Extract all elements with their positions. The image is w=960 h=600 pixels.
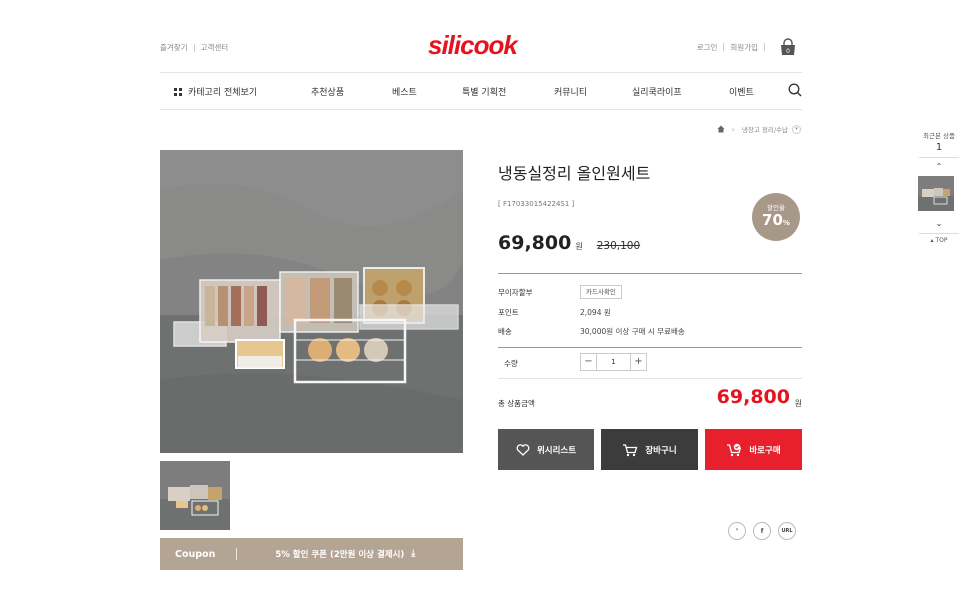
facebook-share-icon[interactable]: f xyxy=(753,522,771,540)
total-label: 총 상품금액 xyxy=(498,399,535,408)
add-to-cart-button[interactable]: 장바구니 xyxy=(601,429,698,470)
bookmark-link[interactable]: 즐겨찾기 xyxy=(160,42,188,53)
product-thumbnail[interactable] xyxy=(160,461,230,530)
nav-item-recommended[interactable]: 추천상품 xyxy=(311,85,344,98)
login-link[interactable]: 로그인 xyxy=(697,42,718,53)
plus-button[interactable]: + xyxy=(630,353,647,371)
buy-now-button[interactable]: 바로구매 xyxy=(705,429,802,470)
top-utility-right: 로그인 회원가입 0 xyxy=(697,38,797,56)
discount-value: 70% xyxy=(762,211,790,229)
price-unit: 원 xyxy=(575,242,583,251)
product-title: 냉동실정리 올인원세트 xyxy=(498,164,651,183)
nav-all-categories[interactable]: 카테고리 전체보기 xyxy=(174,85,257,98)
nav-all-categories-label: 카테고리 전체보기 xyxy=(188,88,258,98)
price-block: 69,800 원 230,100 xyxy=(498,232,640,254)
nav-item-community[interactable]: 커뮤니티 xyxy=(554,85,587,98)
quantity-stepper: − 1 + xyxy=(580,353,647,371)
installment-label: 무이자할부 xyxy=(498,288,533,297)
recent-count: 1 xyxy=(935,142,943,153)
quantity-input[interactable]: 1 xyxy=(597,353,630,371)
svg-text:silicook: silicook xyxy=(428,32,519,60)
divider xyxy=(498,273,802,274)
minus-button[interactable]: − xyxy=(580,353,597,371)
kakaostory-share-icon[interactable]: ❜ xyxy=(728,522,746,540)
point-label: 포인트 xyxy=(498,308,519,317)
url-share-icon[interactable]: URL xyxy=(778,522,796,540)
home-icon[interactable] xyxy=(717,125,725,133)
chevron-up-icon[interactable]: ⌃ xyxy=(918,162,960,172)
divider xyxy=(498,378,802,379)
divider xyxy=(764,43,765,51)
wishlist-label: 위시리스트 xyxy=(536,445,577,456)
divider xyxy=(498,347,802,348)
customer-center-link[interactable]: 고객센터 xyxy=(201,42,229,53)
divider xyxy=(919,157,959,158)
search-icon[interactable] xyxy=(788,83,802,97)
card-check-button[interactable]: 카드사확인 xyxy=(580,285,622,299)
quantity-label: 수량 xyxy=(504,359,518,368)
divider xyxy=(919,233,959,234)
recent-label: 최근본 상품 xyxy=(923,132,955,140)
total-price: 69,800 xyxy=(716,386,790,408)
wishlist-button[interactable]: 위시리스트 xyxy=(498,429,594,470)
heart-icon xyxy=(516,443,530,456)
signup-link[interactable]: 회원가입 xyxy=(730,42,758,53)
product-main-image xyxy=(160,150,463,453)
coupon-text: 5% 할인 쿠폰 (2만원 이상 결제시) xyxy=(275,550,405,560)
recent-product-thumbnail[interactable] xyxy=(918,176,954,211)
breadcrumb-arrow-icon: › xyxy=(731,124,735,134)
discount-badge: 할인율 70% xyxy=(752,193,800,241)
shipping-value: 30,000원 이상 구매 시 무료배송 xyxy=(580,327,685,336)
cart-label: 장바구니 xyxy=(645,445,677,456)
point-value: 2,094 원 xyxy=(580,308,611,317)
silicook-logo[interactable]: silicook xyxy=(428,32,534,60)
sale-price: 69,800 xyxy=(498,232,572,254)
nav-item-best[interactable]: 베스트 xyxy=(392,85,417,98)
coupon-banner[interactable]: Coupon 5% 할인 쿠폰 (2만원 이상 결제시) ⤓ xyxy=(160,538,463,570)
recent-viewed-panel: 최근본 상품 1 ⌃ ⌄ ▴ TOP xyxy=(918,130,960,244)
buy-label: 바로구매 xyxy=(749,445,781,456)
cart-icon xyxy=(623,443,638,456)
shipping-label: 배송 xyxy=(498,327,512,336)
breadcrumb: › 냉장고 정리/수납 ▾ xyxy=(717,124,801,134)
scroll-top-button[interactable]: ▴ TOP xyxy=(918,237,960,244)
total-unit: 원 xyxy=(794,399,802,408)
grid-icon xyxy=(174,87,182,96)
cart-bag-icon[interactable]: 0 xyxy=(779,38,797,56)
main-nav: 카테고리 전체보기 추천상품 베스트 특별 기획전 커뮤니티 실리쿡라이프 이벤… xyxy=(160,72,802,110)
breadcrumb-current[interactable]: 냉장고 정리/수납 xyxy=(742,124,788,134)
chevron-down-icon[interactable]: ⌄ xyxy=(918,219,960,229)
nav-item-lifestyle[interactable]: 실리쿡라이프 xyxy=(632,85,682,98)
nav-item-special[interactable]: 특별 기획전 xyxy=(462,85,506,98)
chevron-down-icon[interactable]: ▾ xyxy=(792,124,801,134)
divider xyxy=(193,43,195,52)
download-icon[interactable]: ⤓ xyxy=(411,549,415,559)
top-utility-left: 즐겨찾기 고객센터 xyxy=(160,42,228,53)
divider xyxy=(236,548,238,560)
divider xyxy=(723,43,725,51)
cart-count: 0 xyxy=(786,48,790,55)
product-code: [ F170330154224S1 ] xyxy=(498,200,575,208)
original-price: 230,100 xyxy=(596,240,641,252)
coupon-label: Coupon xyxy=(175,548,216,560)
nav-item-event[interactable]: 이벤트 xyxy=(729,85,754,98)
cart-check-icon xyxy=(727,443,742,456)
